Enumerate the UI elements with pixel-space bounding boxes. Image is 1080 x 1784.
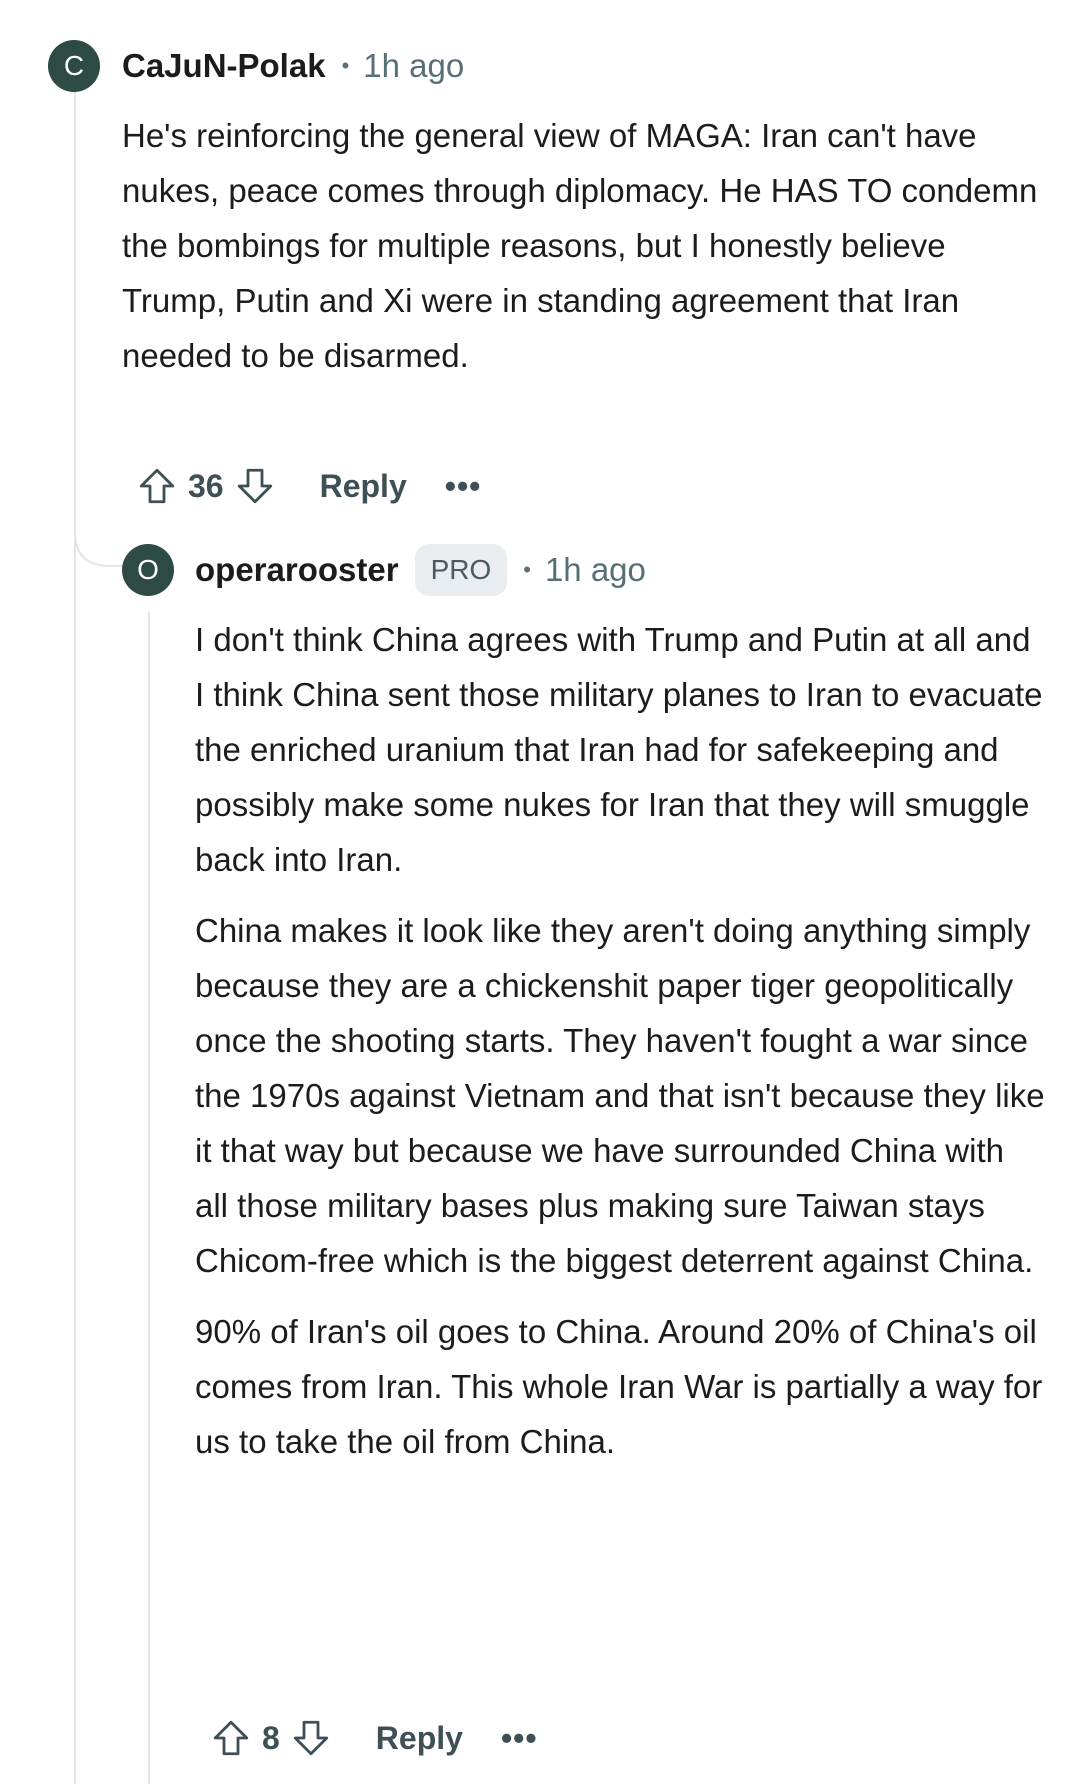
downvote-icon[interactable] <box>290 1717 332 1759</box>
avatar[interactable]: O <box>122 544 174 596</box>
pro-badge: PRO <box>414 544 508 596</box>
comment-header: CaJuN-Polak • 1h ago <box>122 42 464 90</box>
avatar-letter: C <box>63 50 85 81</box>
avatar[interactable]: C <box>48 40 100 92</box>
more-options-icon[interactable]: ••• <box>501 1720 538 1757</box>
comment-actions: 36 Reply ••• <box>136 462 481 510</box>
comment-paragraph: He's reinforcing the general view of MAG… <box>122 117 1038 374</box>
upvote-icon[interactable] <box>210 1717 252 1759</box>
thread-line-parent[interactable] <box>74 90 76 1784</box>
vote-score: 8 <box>262 1719 280 1756</box>
reply-button[interactable]: Reply <box>376 1720 463 1757</box>
timestamp[interactable]: 1h ago <box>363 47 464 85</box>
comment-paragraph: I don't think China agrees with Trump an… <box>195 621 1043 878</box>
avatar-letter: O <box>137 554 159 585</box>
reply-button[interactable]: Reply <box>320 468 407 505</box>
vote-score: 36 <box>188 467 224 504</box>
comment-header: operarooster PRO • 1h ago <box>195 544 646 596</box>
comment-paragraph: 90% of Iran's oil goes to China. Around … <box>195 1313 1043 1460</box>
more-options-icon[interactable]: ••• <box>445 468 482 505</box>
downvote-icon[interactable] <box>234 465 276 507</box>
comment-body: I don't think China agrees with Trump an… <box>195 612 1045 1485</box>
timestamp[interactable]: 1h ago <box>545 551 646 589</box>
upvote-icon[interactable] <box>136 465 178 507</box>
username[interactable]: CaJuN-Polak <box>122 47 326 85</box>
meta-separator: • <box>341 53 350 78</box>
thread-line-reply[interactable] <box>148 612 150 1784</box>
meta-separator: • <box>523 557 531 582</box>
comment-body: He's reinforcing the general view of MAG… <box>122 108 1042 399</box>
username[interactable]: operarooster <box>195 551 399 589</box>
comment-actions: 8 Reply ••• <box>210 1714 538 1762</box>
comment-paragraph: China makes it look like they aren't doi… <box>195 912 1045 1279</box>
